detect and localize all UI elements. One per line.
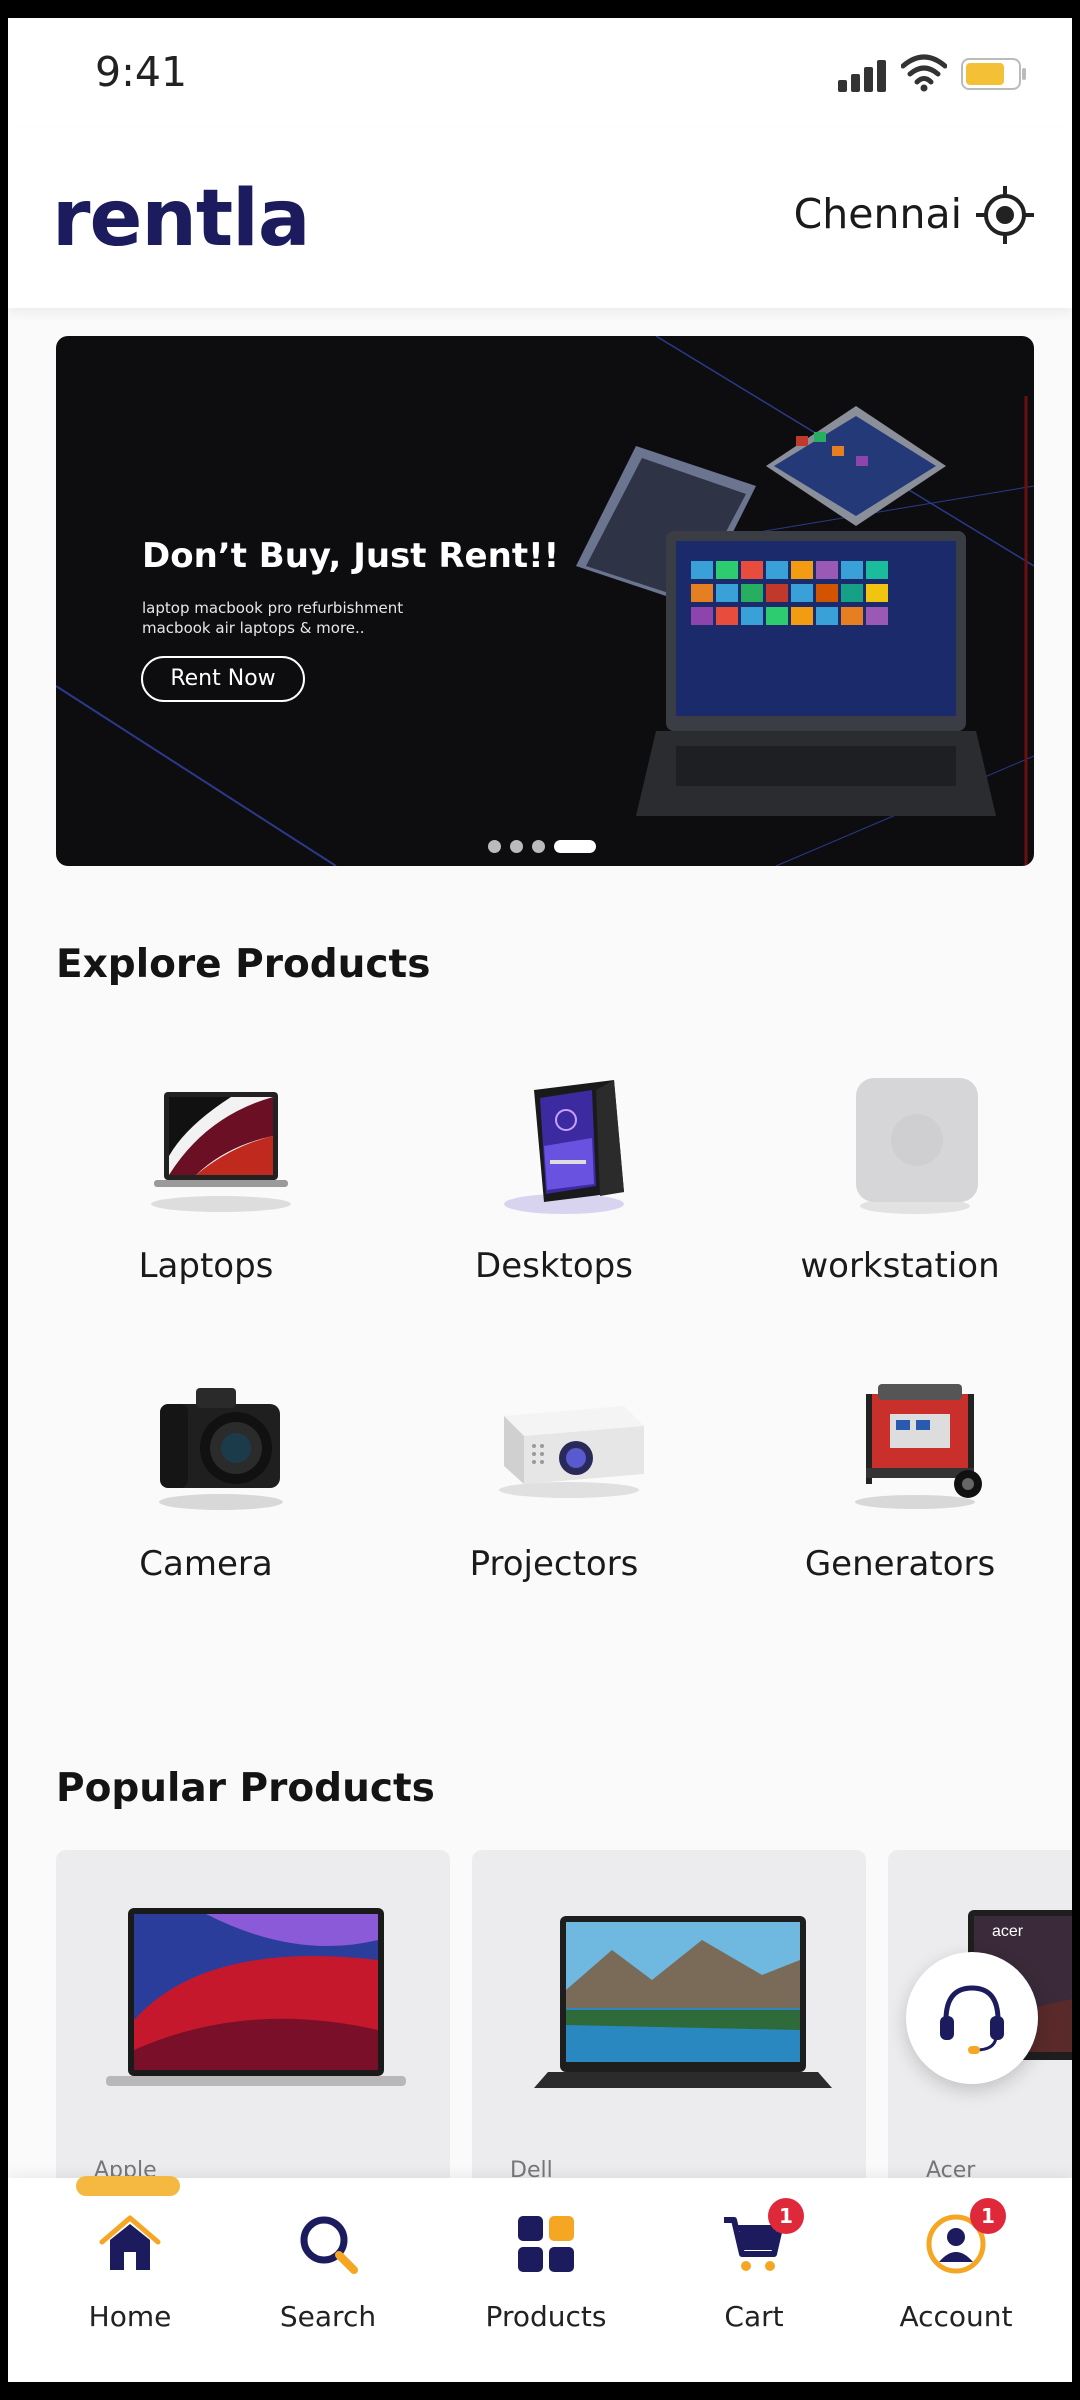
brand-logo[interactable]: rentla xyxy=(52,180,311,258)
signal-icon xyxy=(838,58,886,92)
bottom-navigation: Home Search Products 1 Cart 1 Account xyxy=(8,2178,1072,2382)
nav-home[interactable]: Home xyxy=(40,2212,220,2352)
product-card-dell[interactable]: Dell xyxy=(472,1850,866,2210)
banner-dot[interactable] xyxy=(488,840,501,853)
status-time: 9:41 xyxy=(95,48,188,96)
category-laptops[interactable]: Laptops xyxy=(56,1076,356,1336)
banner-laptops-image xyxy=(576,406,996,816)
banner-title: Don’t Buy, Just Rent!! xyxy=(142,536,560,576)
category-label: Laptops xyxy=(138,1246,274,1286)
category-label: Camera xyxy=(139,1544,273,1584)
category-label: Generators xyxy=(804,1544,996,1584)
location-name[interactable]: Chennai xyxy=(794,190,962,238)
account-badge: 1 xyxy=(970,2198,1006,2234)
svg-text:acer: acer xyxy=(992,1923,1024,1940)
nav-label: Products xyxy=(485,2300,607,2333)
nav-label: Home xyxy=(88,2300,172,2333)
banner-dot-active[interactable] xyxy=(554,840,596,853)
laptop-icon xyxy=(151,1092,291,1212)
product-tag xyxy=(76,2176,180,2196)
dell-laptop-image xyxy=(534,1916,832,2088)
banner-pagination[interactable] xyxy=(488,836,605,853)
banner-dot[interactable] xyxy=(532,840,545,853)
rent-now-button[interactable]: Rent Now xyxy=(141,656,305,702)
grid-icon xyxy=(518,2216,574,2272)
nav-cart[interactable]: 1 Cart xyxy=(664,2198,844,2352)
nav-products[interactable]: Products xyxy=(456,2212,636,2352)
search-icon xyxy=(300,2216,358,2274)
headset-icon xyxy=(940,1985,1004,2054)
banner-subtitle: laptop macbook pro refurbishment macbook… xyxy=(142,599,404,637)
category-label: workstation xyxy=(800,1246,1000,1286)
nav-account[interactable]: 1 Account xyxy=(866,2198,1046,2352)
home-icon xyxy=(99,2215,161,2270)
nav-search[interactable]: Search xyxy=(238,2212,418,2352)
category-label: Projectors xyxy=(469,1544,639,1584)
app-screen: 9:41 rentla Chennai Don’t Buy, Just Rent… xyxy=(8,18,1072,2382)
explore-products-title: Explore Products xyxy=(56,942,431,987)
product-card-apple[interactable]: Apple xyxy=(56,1850,450,2210)
nav-label: Account xyxy=(899,2300,1013,2333)
macbook-image xyxy=(106,1908,406,2086)
support-button[interactable] xyxy=(906,1952,1038,2084)
nav-label: Cart xyxy=(724,2300,784,2333)
camera-icon xyxy=(159,1388,283,1510)
category-desktops[interactable]: Desktops xyxy=(404,1076,704,1336)
status-bar: 9:41 xyxy=(8,18,1072,128)
cart-badge: 1 xyxy=(768,2198,804,2234)
banner-dot[interactable] xyxy=(510,840,523,853)
hero-banner[interactable]: Don’t Buy, Just Rent!! laptop macbook pr… xyxy=(56,336,1034,866)
battery-icon xyxy=(961,58,1026,90)
category-workstation[interactable]: workstation xyxy=(750,1076,1050,1336)
category-projectors[interactable]: Projectors xyxy=(404,1374,704,1634)
popular-products-title: Popular Products xyxy=(56,1766,435,1811)
desktop-icon xyxy=(504,1080,624,1214)
generator-icon xyxy=(855,1384,982,1509)
location-target-icon[interactable] xyxy=(974,184,1036,246)
nav-label: Search xyxy=(279,2300,377,2333)
category-camera[interactable]: Camera xyxy=(56,1374,356,1634)
category-label: Desktops xyxy=(475,1246,633,1286)
app-header: rentla Chennai xyxy=(8,128,1072,308)
category-generators[interactable]: Generators xyxy=(750,1374,1050,1634)
projector-icon xyxy=(499,1406,644,1498)
workstation-icon xyxy=(856,1078,978,1214)
wifi-icon xyxy=(901,54,947,92)
